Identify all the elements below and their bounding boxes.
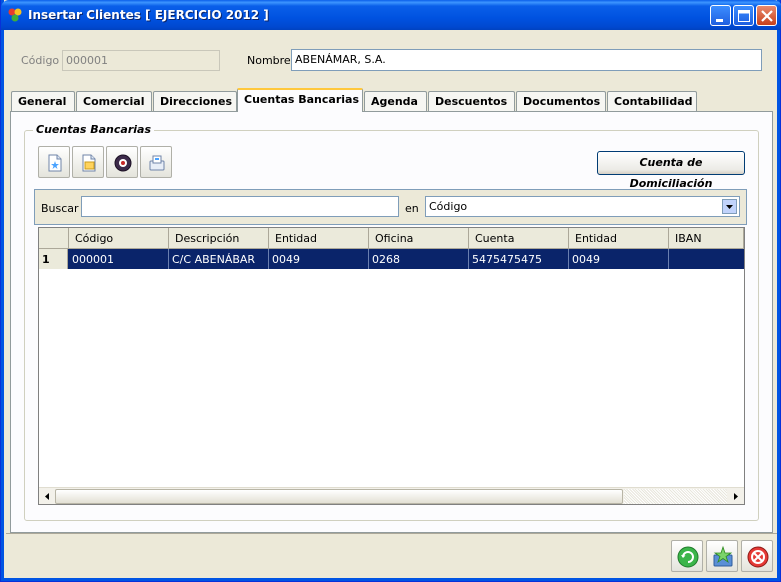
- tab-comercial-label: Comercial: [83, 95, 145, 108]
- minimize-button[interactable]: [710, 5, 731, 26]
- edit-record-icon: [82, 154, 96, 172]
- codigo-field: 000001: [62, 50, 220, 71]
- close-button[interactable]: [756, 5, 777, 26]
- tab-general-label: General: [18, 95, 67, 108]
- delete-record-button[interactable]: [106, 146, 138, 178]
- cancel-button[interactable]: [741, 540, 773, 572]
- column-header-codigo[interactable]: Código: [69, 228, 169, 249]
- column-header-iban[interactable]: IBAN: [669, 228, 744, 249]
- search-field-select[interactable]: Código: [425, 196, 740, 217]
- column-header-entidad-2[interactable]: Entidad: [569, 228, 669, 249]
- tab-agenda[interactable]: Agenda: [364, 91, 427, 111]
- tab-comercial[interactable]: Comercial: [76, 91, 152, 111]
- buscar-label: Buscar: [41, 202, 79, 215]
- tab-direcciones[interactable]: Direcciones: [153, 91, 237, 111]
- app-icon: [8, 8, 22, 22]
- scroll-right-icon[interactable]: [728, 489, 743, 504]
- new-record-button[interactable]: [38, 146, 70, 178]
- cell-entidad[interactable]: 0049: [269, 249, 369, 269]
- window-title: Insertar Clientes [ EJERCICIO 2012 ]: [28, 8, 269, 22]
- scroll-track[interactable]: [624, 489, 727, 504]
- chevron-down-icon: [726, 205, 733, 209]
- tab-cuentas-bancarias-label: Cuentas Bancarias: [244, 93, 360, 106]
- save-star-icon: [713, 545, 733, 567]
- scroll-thumb[interactable]: [55, 489, 623, 504]
- minimize-icon: [716, 19, 723, 22]
- cell-entidad-2[interactable]: 0049: [569, 249, 669, 269]
- print-icon: [149, 155, 165, 171]
- refresh-button[interactable]: [671, 540, 703, 572]
- tab-direcciones-label: Direcciones: [160, 95, 232, 108]
- group-title: Cuentas Bancarias: [33, 123, 155, 136]
- cell-codigo[interactable]: 000001: [69, 249, 169, 269]
- horizontal-scrollbar[interactable]: [39, 487, 744, 504]
- column-header-descripcion[interactable]: Descripción: [169, 228, 269, 249]
- table-row[interactable]: 1 000001 C/C ABENÁBAR 0049 0268 54754754…: [39, 249, 744, 269]
- print-button[interactable]: [140, 146, 172, 178]
- dropdown-button[interactable]: [722, 199, 737, 214]
- save-button[interactable]: [706, 540, 738, 572]
- maximize-button[interactable]: [733, 5, 754, 26]
- new-record-icon: [48, 154, 62, 172]
- tab-documentos[interactable]: Documentos: [516, 91, 606, 111]
- cancel-icon: [747, 546, 769, 568]
- title-bar[interactable]: Insertar Clientes [ EJERCICIO 2012 ]: [1, 0, 781, 30]
- refresh-icon: [677, 546, 699, 568]
- tab-documentos-label: Documentos: [523, 95, 601, 108]
- grid-corner-header: [39, 228, 69, 249]
- column-header-oficina[interactable]: Oficina: [369, 228, 469, 249]
- codigo-label: Código: [21, 54, 60, 67]
- scroll-left-icon[interactable]: [40, 489, 55, 504]
- delete-record-icon: [114, 154, 132, 172]
- edit-record-button[interactable]: [72, 146, 104, 178]
- tab-descuentos[interactable]: Descuentos: [428, 91, 515, 111]
- cell-iban[interactable]: [669, 249, 744, 269]
- cell-descripcion[interactable]: C/C ABENÁBAR: [169, 249, 269, 269]
- tab-cuentas-bancarias[interactable]: Cuentas Bancarias: [237, 88, 363, 112]
- tab-contabilidad-label: Contabilidad: [614, 95, 693, 108]
- column-header-cuenta[interactable]: Cuenta: [469, 228, 569, 249]
- tab-descuentos-label: Descuentos: [435, 95, 508, 108]
- search-input[interactable]: [81, 196, 399, 217]
- cell-oficina[interactable]: 0268: [369, 249, 469, 269]
- cuenta-domiciliacion-button[interactable]: Cuenta de Domiciliación: [597, 151, 745, 190]
- tab-general[interactable]: General: [11, 91, 75, 111]
- tab-contabilidad[interactable]: Contabilidad: [607, 91, 697, 111]
- cell-cuenta[interactable]: 5475475475: [469, 249, 569, 269]
- tab-agenda-label: Agenda: [371, 95, 418, 108]
- en-label: en: [405, 202, 419, 215]
- search-field-selected: Código: [429, 200, 468, 213]
- footer-separator: [6, 533, 777, 534]
- close-icon: [761, 10, 773, 22]
- nombre-label: Nombre: [247, 54, 291, 67]
- accounts-grid[interactable]: Código Descripción Entidad Oficina Cuent…: [38, 227, 745, 505]
- nombre-field[interactable]: ABENÁMAR, S.A.: [291, 49, 762, 71]
- window: Insertar Clientes [ EJERCICIO 2012 ] Cód…: [0, 0, 781, 582]
- row-number: 1: [39, 249, 68, 269]
- maximize-icon: [738, 10, 750, 22]
- column-header-entidad[interactable]: Entidad: [269, 228, 369, 249]
